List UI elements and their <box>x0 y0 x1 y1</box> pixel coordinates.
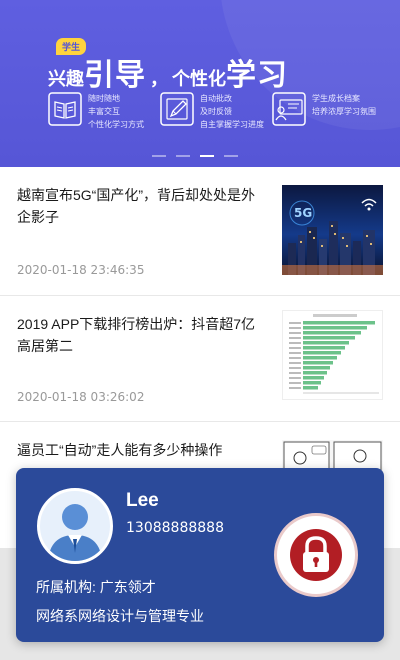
headline-separator: ， <box>150 69 168 90</box>
city-skyline-image: 5G <box>282 198 383 275</box>
headline-end: 学习 <box>226 58 288 93</box>
news-title[interactable]: 越南宣布5G“国产化”，背后却处处是外企影子 <box>17 184 265 228</box>
headline-mid: 个性化 <box>172 69 226 90</box>
news-title[interactable]: 2019 APP下载排行榜出炉：抖音超7亿高居第二 <box>17 313 265 357</box>
news-item[interactable]: 越南宣布5G“国产化”，背后却处处是外企影子 2020-01-18 23:46:… <box>0 167 400 295</box>
news-item[interactable]: 2019 APP下载排行榜出炉：抖音超7亿高居第二 2020-01-18 03:… <box>0 296 400 421</box>
headline-prefix: 兴趣 <box>48 69 84 90</box>
organization-label: 所属机构: 广东领才 <box>36 579 156 595</box>
pencil-icon <box>160 92 194 126</box>
feature-line: 及时反馈 <box>200 107 232 116</box>
city-5g-thumbnail: 5G <box>282 185 383 275</box>
lock-icon <box>290 529 342 581</box>
promo-banner[interactable]: 学生 兴趣引导，个性化学习 随时随地 丰富交互 个性化学习方式 自动批改 及时反… <box>0 0 400 167</box>
carousel-dot-active[interactable] <box>200 155 214 157</box>
feature-line: 自主掌握学习进度 <box>200 120 264 129</box>
bar-chart-image <box>289 314 379 394</box>
feature-line: 培养浓厚学习氛围 <box>312 107 376 116</box>
carousel-indicator[interactable] <box>152 155 238 157</box>
feature-line: 自动批改 <box>200 94 232 103</box>
profile-board-icon <box>272 92 306 126</box>
headline-main: 引导 <box>84 58 146 93</box>
carousel-dot[interactable] <box>152 155 166 157</box>
user-phone: 13088888888 <box>126 520 224 536</box>
user-name: Lee <box>126 490 159 511</box>
profile-card: Lee 13088888888 所属机构: 广东领才 网络系网络设计与管理专业 <box>16 468 384 642</box>
feature-line: 随时随地 <box>88 94 120 103</box>
carousel-dot[interactable] <box>224 155 238 157</box>
major-label: 网络系网络设计与管理专业 <box>36 608 204 624</box>
carousel-dot[interactable] <box>176 155 190 157</box>
feature-line: 个性化学习方式 <box>88 120 144 129</box>
lock-button[interactable] <box>274 513 358 597</box>
bar-chart-thumbnail <box>282 310 383 400</box>
banner-headline: 兴趣引导，个性化学习 <box>48 50 288 94</box>
news-timestamp: 2020-01-18 23:46:35 <box>17 263 145 277</box>
news-timestamp: 2020-01-18 03:26:02 <box>17 390 145 404</box>
book-icon <box>48 92 82 126</box>
svg-text:5G: 5G <box>294 206 312 220</box>
feature-line: 学生成长档案 <box>312 94 360 103</box>
news-title[interactable]: 逼员工“自动”走人能有多少种操作 <box>17 439 265 461</box>
avatar[interactable] <box>37 488 113 564</box>
feature-line: 丰富交互 <box>88 107 120 116</box>
user-avatar-icon <box>48 504 102 561</box>
